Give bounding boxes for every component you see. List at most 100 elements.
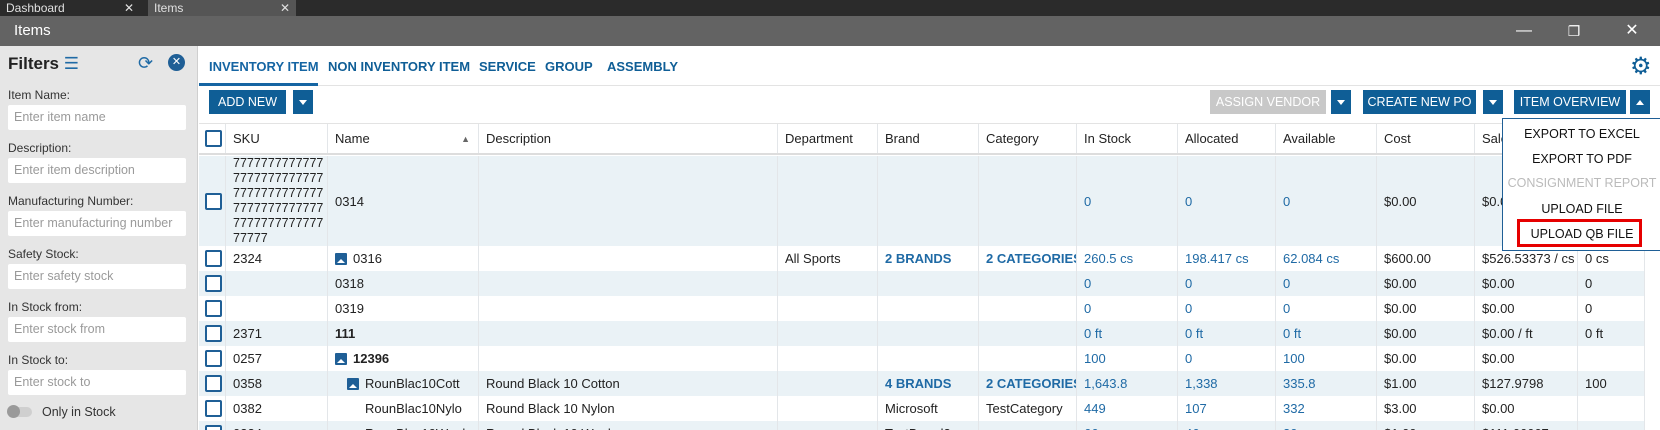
tab-assembly[interactable]: ASSEMBLY xyxy=(607,59,678,74)
cell-alloc-link[interactable]: 0 xyxy=(1185,194,1192,209)
cell-avail-link[interactable]: 0 ft xyxy=(1283,326,1301,341)
table-row[interactable]: 0257 12396 100 0 100 $0.00 $0.00 xyxy=(199,346,1645,371)
cell-avail-link[interactable]: 0 xyxy=(1283,301,1290,316)
cell-instock-link[interactable]: 66 xyxy=(1084,426,1098,430)
cell-cat-link[interactable]: 2 CATEGORIES xyxy=(986,376,1076,391)
filter-input[interactable]: Enter stock from xyxy=(8,317,186,342)
cell: 0 xyxy=(1578,271,1645,296)
doc-tab-dashboard[interactable]: Dashboard ✕ xyxy=(0,0,140,16)
table-row[interactable]: 0318 0 0 0 $0.00 $0.00 0 xyxy=(199,271,1645,296)
only-in-stock-toggle[interactable] xyxy=(7,405,32,418)
refresh-icon[interactable]: ⟳ xyxy=(138,53,153,74)
cell-alloc-link[interactable]: 0 xyxy=(1185,351,1192,366)
cell-alloc-link[interactable]: 1,338 xyxy=(1185,376,1218,391)
cell-alloc-link[interactable]: 46 xyxy=(1185,426,1199,430)
cell-instock-link[interactable]: 0 xyxy=(1084,194,1091,209)
column-header-name[interactable]: Name ▲ xyxy=(328,124,479,153)
select-all-checkbox[interactable] xyxy=(205,130,222,147)
cell-instock-link[interactable]: 449 xyxy=(1084,401,1106,416)
tab-non-inventory-item[interactable]: NON INVENTORY ITEM xyxy=(328,59,470,74)
cell-alloc-link[interactable]: 107 xyxy=(1185,401,1207,416)
restore-icon[interactable]: ❐ xyxy=(1562,19,1586,43)
column-header-sku[interactable]: SKU xyxy=(226,124,328,153)
create-new-po-button[interactable]: CREATE NEW PO xyxy=(1363,90,1476,114)
cell-avail-link[interactable]: 62.084 cs xyxy=(1283,251,1339,266)
filter-input[interactable]: Enter manufacturing number xyxy=(8,211,186,236)
cell-instock-link[interactable]: 0 xyxy=(1084,276,1091,291)
create-po-dropdown-button[interactable] xyxy=(1483,90,1503,114)
table-row[interactable]: 7777777777777777777777777777777777777777… xyxy=(199,156,1645,246)
close-icon[interactable]: ✕ xyxy=(124,0,134,16)
filter-input[interactable]: Enter item description xyxy=(8,158,186,183)
cell-alloc-link[interactable]: 0 ft xyxy=(1185,326,1203,341)
table-row[interactable]: 0382 RounBlac10Nylo Round Black 10 Nylon Mi… xyxy=(199,396,1645,421)
cell: 260.5 cs xyxy=(1077,246,1178,271)
cell-avail-link[interactable]: 332 xyxy=(1283,401,1305,416)
table-row[interactable]: 0358 RounBlac10Cott Round Black 10 Cotton 4… xyxy=(199,371,1645,396)
menu-upload-file[interactable]: UPLOAD FILE xyxy=(1503,202,1660,216)
settings-gear-icon[interactable]: ⚙ xyxy=(1630,52,1652,81)
table-row[interactable]: 2371 111 0 ft 0 ft 0 ft $0.00 $0.00 / ft 0 ft xyxy=(199,321,1645,346)
close-icon[interactable]: ✕ xyxy=(280,0,290,16)
clear-filters-icon[interactable]: ✕ xyxy=(168,54,185,71)
cell-avail-link[interactable]: 100 xyxy=(1283,351,1305,366)
row-checkbox[interactable] xyxy=(205,400,222,417)
cell-alloc-link[interactable]: 0 xyxy=(1185,276,1192,291)
cell-avail-link[interactable]: 335.8 xyxy=(1283,376,1316,391)
item-overview-dropdown-button[interactable] xyxy=(1630,90,1650,114)
row-checkbox[interactable] xyxy=(205,325,222,342)
doc-tab-items[interactable]: Items ✕ xyxy=(148,0,296,16)
cell-brand-link[interactable]: 2 BRANDS xyxy=(885,251,951,266)
table-row[interactable]: 0319 0 0 0 $0.00 $0.00 0 xyxy=(199,296,1645,321)
table-row[interactable]: 0324 RounBlac10Wool Round Black 10 Wool Tes… xyxy=(199,421,1645,430)
cell-instock-link[interactable]: 0 ft xyxy=(1084,326,1102,341)
filter-input[interactable]: Enter safety stock xyxy=(8,264,186,289)
column-header-allocated[interactable]: Allocated xyxy=(1178,124,1276,153)
column-header-available[interactable]: Available xyxy=(1276,124,1377,153)
cell-sale: $0.00 / ft xyxy=(1482,326,1533,341)
filter-input[interactable]: Enter stock to xyxy=(8,370,186,395)
menu-export-pdf[interactable]: EXPORT TO PDF xyxy=(1503,152,1660,166)
cell-alloc-link[interactable]: 198.417 cs xyxy=(1185,251,1249,266)
row-checkbox[interactable] xyxy=(205,192,222,210)
row-checkbox[interactable] xyxy=(205,375,222,392)
only-in-stock-label: Only in Stock xyxy=(42,405,116,419)
cell-instock-link[interactable]: 1,643.8 xyxy=(1084,376,1127,391)
cell-sku: 7777777777777777777777777777777777777777… xyxy=(233,156,324,245)
cell-brand-link[interactable]: 4 BRANDS xyxy=(885,376,951,391)
menu-export-excel[interactable]: EXPORT TO EXCEL xyxy=(1503,127,1660,141)
assign-vendor-dropdown-button[interactable] xyxy=(1331,90,1351,114)
cell-avail-link[interactable]: 0 xyxy=(1283,194,1290,209)
cell-cat-link[interactable]: 2 CATEGORIES xyxy=(986,251,1076,266)
cell-instock-link[interactable]: 0 xyxy=(1084,301,1091,316)
highlight-box xyxy=(1517,219,1642,247)
column-header-department[interactable]: Department xyxy=(778,124,878,153)
item-overview-button[interactable]: ITEM OVERVIEW xyxy=(1514,90,1626,114)
row-checkbox[interactable] xyxy=(205,350,222,367)
cell-instock-link[interactable]: 100 xyxy=(1084,351,1106,366)
tab-inventory-item[interactable]: INVENTORY ITEM xyxy=(209,59,319,74)
column-header-category[interactable]: Category xyxy=(979,124,1077,153)
cell-instock-link[interactable]: 260.5 cs xyxy=(1084,251,1133,266)
row-checkbox[interactable] xyxy=(205,275,222,292)
column-header-description[interactable]: Description xyxy=(479,124,778,153)
add-new-dropdown-button[interactable] xyxy=(293,90,313,114)
column-header-brand[interactable]: Brand xyxy=(878,124,979,153)
assign-vendor-button[interactable]: ASSIGN VENDOR xyxy=(1210,90,1326,114)
add-new-button[interactable]: ADD NEW xyxy=(209,90,286,114)
tab-group[interactable]: GROUP xyxy=(545,59,593,74)
column-header-cost[interactable]: Cost xyxy=(1377,124,1475,153)
filter-input[interactable]: Enter item name xyxy=(8,105,186,130)
row-checkbox[interactable] xyxy=(205,425,222,430)
column-header-in-stock[interactable]: In Stock xyxy=(1077,124,1178,153)
cell-avail-link[interactable]: 20 xyxy=(1283,426,1297,430)
close-icon[interactable]: ✕ xyxy=(1620,19,1644,43)
cell-avail-link[interactable]: 0 xyxy=(1283,276,1290,291)
row-checkbox[interactable] xyxy=(205,250,222,267)
cell-alloc-link[interactable]: 0 xyxy=(1185,301,1192,316)
tab-service[interactable]: SERVICE xyxy=(479,59,536,74)
table-row[interactable]: 2324 0316 All Sports 2 BRANDS 2 CATEGORIES 26… xyxy=(199,246,1645,271)
cell xyxy=(979,421,1077,430)
row-checkbox[interactable] xyxy=(205,300,222,317)
minimize-icon[interactable]: — xyxy=(1512,19,1536,43)
